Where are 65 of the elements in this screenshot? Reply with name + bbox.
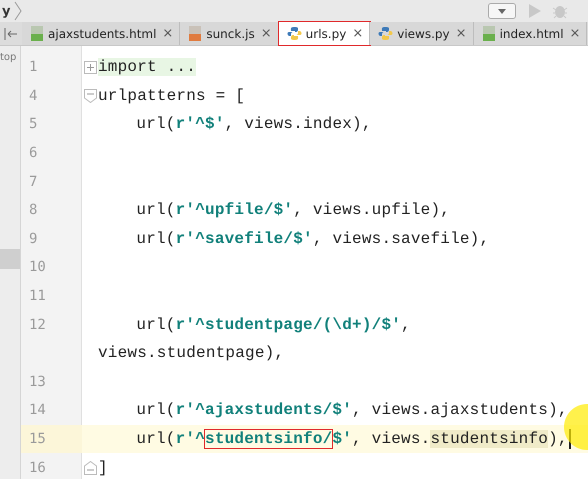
line-number: 12: [29, 316, 46, 333]
breadcrumb[interactable]: y: [2, 4, 10, 18]
caret-icon: [498, 8, 506, 14]
file-tab[interactable]: ajaxstudents.html ×: [22, 22, 180, 45]
folded-code: import ...: [98, 58, 196, 76]
code-text: ,: [401, 316, 411, 334]
file-tab[interactable]: sunck.js ×: [180, 22, 279, 45]
code-text: url(: [136, 201, 176, 220]
string-literal: $': [332, 430, 352, 448]
line-number: 6: [29, 145, 38, 162]
html-file-icon: [482, 26, 496, 41]
file-tab[interactable]: index.html ×: [474, 22, 588, 45]
code-text: url(: [136, 316, 176, 334]
annotated-string: studentsinfo/: [205, 430, 332, 448]
string-literal: r'^upfile/$': [176, 201, 294, 220]
html-file-icon: [30, 26, 44, 41]
line-number: 5: [29, 116, 38, 132]
collapse-icon[interactable]: [4, 28, 18, 40]
fold-end-icon[interactable]: [84, 460, 97, 475]
chevron-icon: [14, 1, 22, 21]
string-literal: r'^$': [176, 115, 225, 134]
line-number: 11: [29, 288, 46, 304]
code-text: , views.upfile),: [293, 201, 450, 220]
string-literal: r'^ajaxstudents/$': [176, 401, 352, 420]
code-text: url(: [136, 401, 176, 420]
line-number: 15: [29, 431, 46, 448]
panel-label: top: [0, 52, 18, 63]
string-literal: r'^: [176, 430, 206, 448]
close-icon[interactable]: ×: [162, 26, 174, 41]
code-text: url(: [136, 430, 176, 448]
js-file-icon: [188, 26, 202, 41]
close-icon[interactable]: ×: [570, 26, 580, 41]
close-icon[interactable]: ×: [260, 26, 272, 41]
highlighted-identifier: studentsinfo: [430, 430, 548, 448]
line-number: 1: [29, 59, 38, 76]
close-icon[interactable]: ×: [456, 26, 467, 41]
code-text: ),: [548, 430, 568, 448]
file-tab[interactable]: urls.py ×: [278, 22, 370, 45]
code-text: url(: [136, 230, 176, 248]
collapse-fold-icon[interactable]: [84, 88, 97, 103]
line-number: 7: [29, 174, 38, 190]
code-text: ]: [98, 458, 108, 477]
line-number: 10: [29, 259, 46, 276]
line-number: 13: [29, 374, 46, 390]
run-config-dropdown[interactable]: [488, 3, 516, 19]
string-literal: r'^savefile/$': [176, 230, 313, 248]
code-text: , views.ajaxstudents),: [352, 401, 568, 420]
code-editor[interactable]: [21, 46, 588, 479]
file-tab[interactable]: views.py ×: [370, 22, 474, 45]
line-number: 8: [29, 202, 38, 218]
line-number: 14: [29, 402, 46, 418]
line-number: 16: [29, 460, 46, 476]
close-icon[interactable]: ×: [352, 26, 364, 41]
code-text: urlpatterns = [: [98, 86, 246, 105]
code-text: views.studentpage),: [98, 344, 284, 362]
expand-icon[interactable]: [84, 60, 97, 74]
code-text: , views.: [352, 430, 430, 448]
python-file-icon: [378, 26, 394, 41]
string-literal: r'^studentpage/(\d+)/$': [176, 316, 402, 334]
code-text: url(: [136, 115, 176, 134]
code-text: , views.savefile),: [312, 230, 490, 248]
code-text: , views.index),: [224, 115, 372, 134]
line-number: 4: [29, 88, 38, 104]
python-file-icon: [286, 26, 302, 41]
line-number: 9: [29, 230, 38, 247]
